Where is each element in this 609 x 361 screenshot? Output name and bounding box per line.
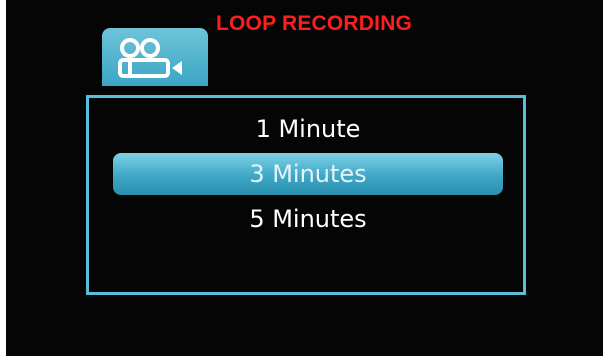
option-5-minutes[interactable]: 5 Minutes	[113, 198, 503, 240]
loop-recording-menu: 1 Minute 3 Minutes 5 Minutes	[86, 95, 526, 295]
option-1-minute[interactable]: 1 Minute	[113, 108, 503, 150]
option-3-minutes[interactable]: 3 Minutes	[113, 153, 503, 195]
page-title: LOOP RECORDING	[216, 12, 413, 35]
video-mode-tab	[102, 28, 208, 86]
video-camera-icon	[118, 38, 182, 78]
camera-screen: LOOP RECORDING 1 Minute 3 Minutes 5 Minu…	[6, 0, 603, 356]
